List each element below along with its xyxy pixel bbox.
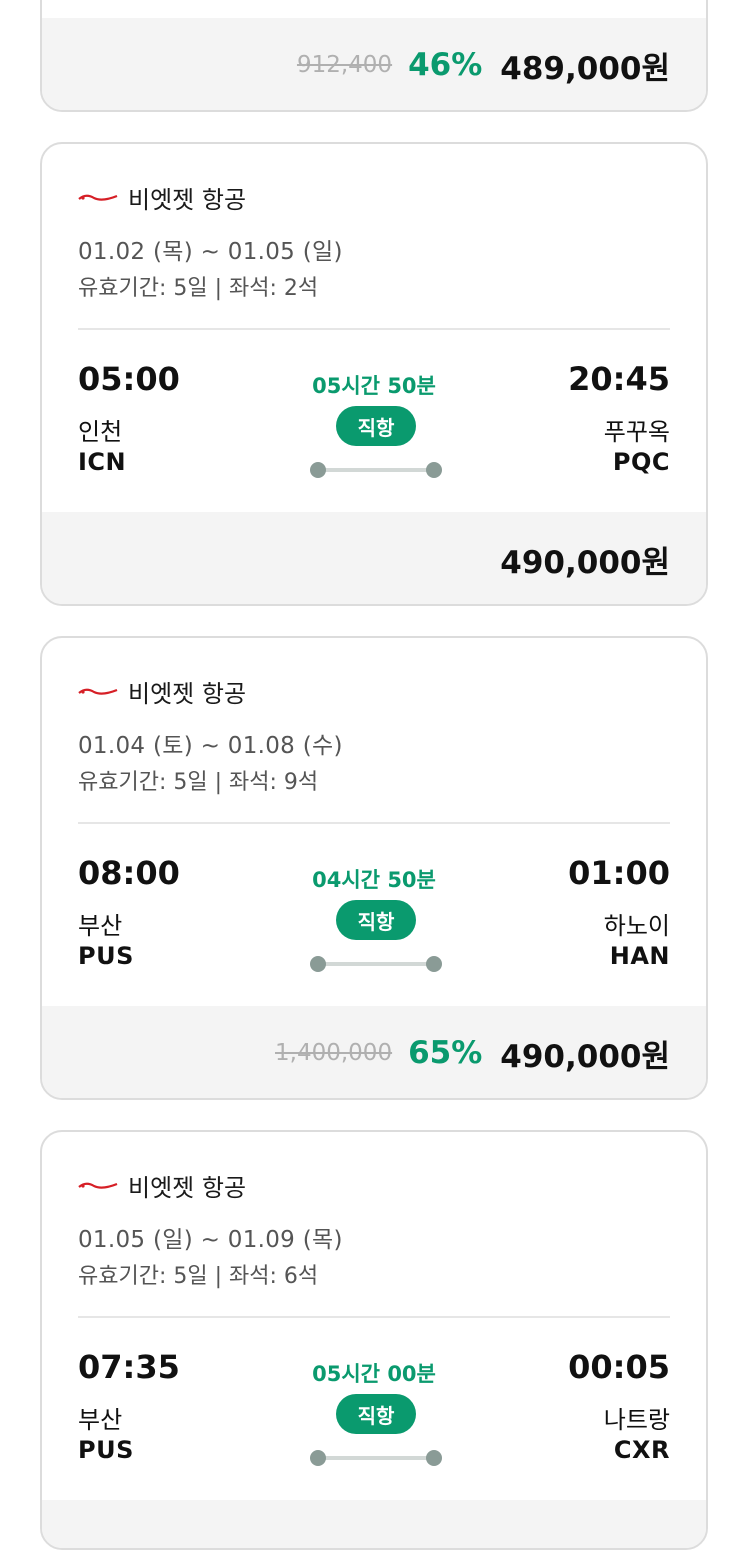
divider xyxy=(78,822,670,824)
route-bar xyxy=(318,962,434,966)
price-bar: 490,000원 xyxy=(42,512,706,604)
vietjet-logo-icon xyxy=(78,190,118,204)
airline-row: 비엣젯 항공 xyxy=(78,674,246,708)
arrival-time: 01:00 xyxy=(568,854,670,892)
airline-name: 비엣젯 항공 xyxy=(128,185,247,214)
arrival-city: 푸꾸옥 xyxy=(603,418,670,446)
vietjet-logo-icon xyxy=(78,684,118,698)
direct-badge: 직항 xyxy=(336,900,416,940)
flight-card[interactable]: 비엣젯 항공 01.04 (토) ~ 01.08 (수) 유효기간: 5일 | … xyxy=(40,636,708,1100)
departure-city: 부산 xyxy=(78,1406,123,1434)
discount-rate: 46% xyxy=(408,47,483,83)
arrival-code: PQC xyxy=(612,448,670,476)
flight-card[interactable]: 비엣젯 항공 01.05 (일) ~ 01.09 (목) 유효기간: 5일 | … xyxy=(40,1130,708,1550)
airline-name: 비엣젯 항공 xyxy=(128,679,247,708)
price-bar: 912,400 46% 489,000원 xyxy=(42,18,706,110)
arrival-code: CXR xyxy=(613,1436,670,1464)
discount-rate: 65% xyxy=(408,1035,483,1071)
route-bar xyxy=(318,468,434,472)
departure-dot-icon xyxy=(310,956,326,972)
arrival-code: HAN xyxy=(609,942,670,970)
route-line xyxy=(310,462,442,478)
departure-dot-icon xyxy=(310,462,326,478)
departure-dot-icon xyxy=(310,1450,326,1466)
arrival-dot-icon xyxy=(426,956,442,972)
price-bar: 1,400,000 65% 490,000원 xyxy=(42,1006,706,1098)
validity-seats: 유효기간: 5일 | 좌석: 9석 xyxy=(78,770,319,795)
validity-seats: 유효기간: 5일 | 좌석: 2석 xyxy=(78,276,319,301)
route-line xyxy=(310,1450,442,1466)
flight-card-partial[interactable]: 912,400 46% 489,000원 xyxy=(40,0,708,112)
direct-badge: 직항 xyxy=(336,406,416,446)
vietjet-logo-icon xyxy=(78,1178,118,1192)
final-price: 489,000원 xyxy=(500,50,670,87)
route-line xyxy=(310,956,442,972)
airline-row: 비엣젯 항공 xyxy=(78,180,246,214)
price-bar xyxy=(42,1500,706,1548)
final-price: 490,000원 xyxy=(500,544,670,581)
original-price: 912,400 xyxy=(296,52,393,78)
arrival-city: 하노이 xyxy=(603,912,670,940)
departure-code: PUS xyxy=(78,1436,134,1464)
arrival-city: 나트랑 xyxy=(603,1406,670,1434)
flight-card[interactable]: 비엣젯 항공 01.02 (목) ~ 01.05 (일) 유효기간: 5일 | … xyxy=(40,142,708,606)
travel-dates: 01.04 (토) ~ 01.08 (수) xyxy=(78,733,343,759)
travel-dates: 01.05 (일) ~ 01.09 (목) xyxy=(78,1227,343,1253)
direct-badge: 직항 xyxy=(336,1394,416,1434)
arrival-time: 20:45 xyxy=(568,360,670,398)
original-price: 1,400,000 xyxy=(275,1040,393,1066)
divider xyxy=(78,328,670,330)
validity-seats: 유효기간: 5일 | 좌석: 6석 xyxy=(78,1264,319,1289)
divider xyxy=(78,1316,670,1318)
departure-code: ICN xyxy=(78,448,127,476)
route-bar xyxy=(318,1456,434,1460)
arrival-dot-icon xyxy=(426,462,442,478)
departure-city: 인천 xyxy=(78,418,123,446)
arrival-time: 00:05 xyxy=(568,1348,670,1386)
travel-dates: 01.02 (목) ~ 01.05 (일) xyxy=(78,239,343,265)
arrival-dot-icon xyxy=(426,1450,442,1466)
departure-city: 부산 xyxy=(78,912,123,940)
airline-row: 비엣젯 항공 xyxy=(78,1168,246,1202)
airline-name: 비엣젯 항공 xyxy=(128,1173,247,1202)
departure-code: PUS xyxy=(78,942,134,970)
final-price: 490,000원 xyxy=(500,1038,670,1075)
